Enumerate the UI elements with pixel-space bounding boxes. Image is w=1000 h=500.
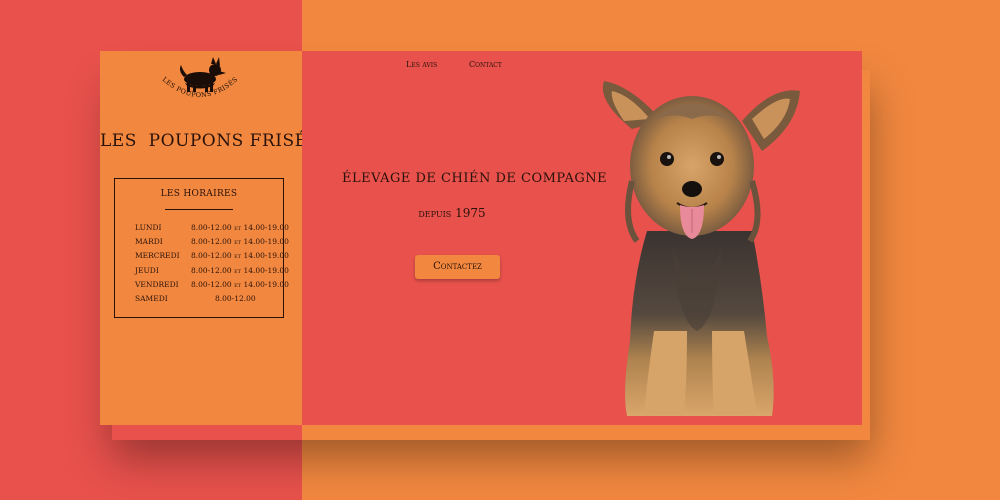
- hours-row: SAMEDI 8.00-12.00: [135, 294, 285, 308]
- hours-day: MARDI: [135, 237, 163, 246]
- yorkshire-terrier-image: [602, 81, 800, 416]
- hours-time: 8.00-12.00 et 14.00-19.00: [191, 237, 289, 246]
- hours-row: MARDI 8.00-12.00 et 14.00-19.00: [135, 237, 289, 251]
- hours-title: LES HORAIRES: [160, 189, 238, 199]
- hours-day: VENDREDI: [135, 280, 179, 289]
- hours-day: MERCREDI: [135, 251, 180, 260]
- hours-time: 8.00-12.00 et 14.00-19.00: [191, 266, 289, 275]
- hours-time: 8.00-12.00: [215, 294, 256, 303]
- contact-button[interactable]: Contactez: [415, 255, 500, 279]
- dog-logo-icon[interactable]: LES POUPONS FRISÉS: [145, 55, 255, 110]
- hours-row: MERCREDI 8.00-12.00 et 14.00-19.00: [135, 251, 289, 265]
- hours-time: 8.00-12.00 et 14.00-19.00: [191, 251, 289, 260]
- nav-link-contact[interactable]: Contact: [469, 60, 502, 69]
- hours-time: 8.00-12.00 et 14.00-19.00: [191, 280, 289, 289]
- hours-row: JEUDI 8.00-12.00 et 14.00-19.00: [135, 266, 289, 280]
- hours-day: JEUDI: [135, 266, 159, 275]
- main-content: Les avis Contact ÉLEVAGE DE CHIÉN DE COM…: [302, 51, 862, 425]
- hero-headline: ÉLEVAGE DE CHIÉN DE COMPAGNE: [342, 171, 608, 186]
- hours-row: LUNDI 8.00-12.00 et 14.00-19.00: [135, 223, 289, 237]
- hero-since: depuis 1975: [418, 206, 486, 220]
- hours-row: VENDREDI 8.00-12.00 et 14.00-19.00: [135, 280, 289, 294]
- hours-box: LES HORAIRES LUNDI 8.00-12.00 et 14.00-1…: [114, 178, 289, 318]
- hours-day: SAMEDI: [135, 294, 168, 303]
- nav-link-avis[interactable]: Les avis: [406, 60, 437, 69]
- hours-divider: [165, 209, 233, 210]
- hours-time: 8.00-12.00 et 14.00-19.00: [191, 223, 289, 232]
- sidebar: LES POUPONS FRISÉS LES POUPONS FRISÉS LE…: [100, 51, 320, 425]
- hours-day: LUNDI: [135, 223, 162, 232]
- brand-name: LES POUPONS FRISÉS: [100, 131, 320, 151]
